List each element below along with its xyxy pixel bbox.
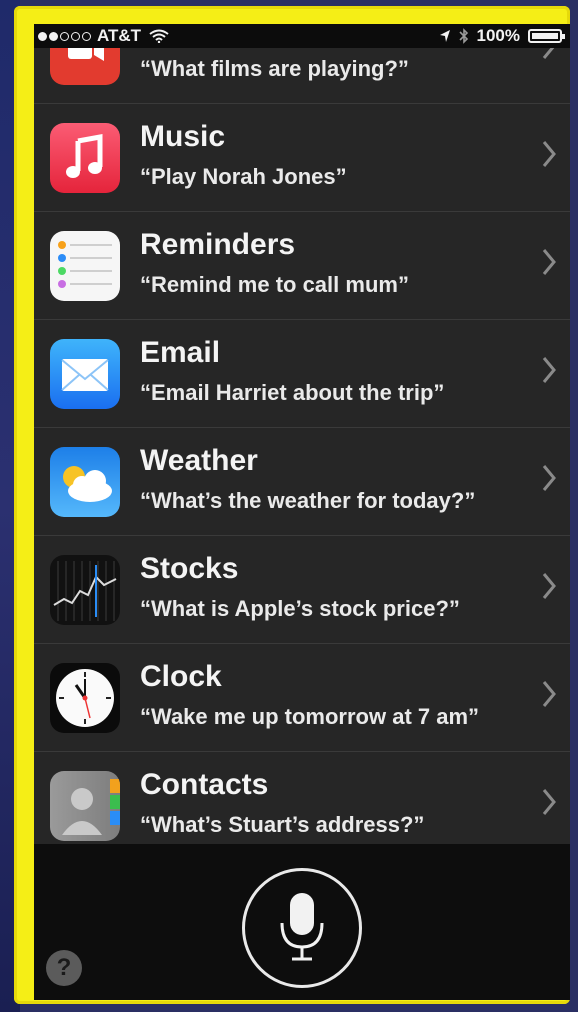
chevron-right-icon bbox=[542, 141, 556, 167]
suggestion-phrase: “What films are playing?” bbox=[140, 56, 409, 81]
suggestion-row-clock[interactable]: Clock “Wake me up tomorrow at 7 am” bbox=[34, 644, 570, 752]
chevron-right-icon bbox=[542, 249, 556, 275]
bluetooth-icon bbox=[458, 28, 468, 44]
suggestion-phrase: “What is Apple’s stock price?” bbox=[140, 596, 460, 621]
suggestion-app-name: Music bbox=[140, 120, 226, 153]
suggestion-phrase: “Play Norah Jones” bbox=[140, 164, 347, 189]
suggestion-app-name: Stocks bbox=[140, 552, 239, 585]
help-button[interactable]: ? bbox=[46, 950, 82, 986]
chevron-right-icon bbox=[542, 48, 555, 59]
suggestion-row-films[interactable]: “What films are playing?” bbox=[34, 48, 570, 104]
suggestion-phrase: “What’s the weather for today?” bbox=[140, 488, 476, 513]
suggestion-row-weather[interactable]: Weather “What’s the weather for today?” bbox=[34, 428, 570, 536]
siri-suggestions-list[interactable]: “What films are playing?” Music “Play No… bbox=[34, 48, 570, 844]
envelope-icon bbox=[50, 339, 120, 409]
suggestion-row-email[interactable]: Email “Email Harriet about the trip” bbox=[34, 320, 570, 428]
suggestion-row-contacts[interactable]: Contacts “What’s Stuart’s address?” bbox=[34, 752, 570, 844]
signal-strength-icon bbox=[38, 31, 91, 41]
contacts-icon bbox=[50, 771, 120, 841]
phone-screen: AT&T 100% “What films are playing?” Musi… bbox=[34, 24, 570, 1000]
chevron-right-icon bbox=[542, 573, 556, 599]
wifi-icon bbox=[149, 29, 169, 43]
suggestion-app-name: Clock bbox=[140, 660, 222, 693]
status-right: 100% bbox=[439, 24, 565, 48]
chevron-right-icon bbox=[542, 789, 556, 815]
suggestion-phrase: “Email Harriet about the trip” bbox=[140, 380, 445, 405]
music-note-icon bbox=[50, 123, 120, 193]
video-camera-icon bbox=[50, 48, 120, 85]
microphone-icon bbox=[280, 893, 324, 961]
help-question-mark-icon: ? bbox=[56, 954, 72, 981]
location-arrow-icon bbox=[439, 30, 450, 42]
battery-icon bbox=[528, 29, 565, 43]
siri-control-bar: ? bbox=[34, 844, 570, 1000]
stocks-chart-icon bbox=[50, 555, 120, 625]
weather-sun-cloud-icon bbox=[50, 447, 120, 517]
suggestion-app-name: Email bbox=[140, 336, 221, 369]
reminders-list-icon bbox=[50, 231, 120, 301]
chevron-right-icon bbox=[542, 465, 556, 491]
chevron-right-icon bbox=[542, 357, 556, 383]
suggestion-app-name: Contacts bbox=[140, 768, 269, 801]
carrier-name: AT&T bbox=[97, 26, 142, 45]
suggestion-row-music[interactable]: Music “Play Norah Jones” bbox=[34, 104, 570, 212]
microphone-button[interactable] bbox=[242, 868, 362, 988]
suggestion-row-reminders[interactable]: Reminders “Remind me to call mum” bbox=[34, 212, 570, 320]
status-bar: AT&T 100% bbox=[34, 24, 570, 48]
suggestion-phrase: “Wake me up tomorrow at 7 am” bbox=[140, 704, 480, 729]
suggestion-phrase: “Remind me to call mum” bbox=[140, 272, 409, 297]
suggestion-phrase: “What’s Stuart’s address?” bbox=[140, 812, 425, 837]
suggestion-row-stocks[interactable]: Stocks “What is Apple’s stock price?” bbox=[34, 536, 570, 644]
chevron-right-icon bbox=[542, 681, 556, 707]
suggestion-app-name: Weather bbox=[140, 444, 258, 477]
clock-icon bbox=[50, 663, 120, 733]
battery-percentage: 100% bbox=[476, 26, 520, 45]
suggestion-app-name: Reminders bbox=[140, 228, 296, 261]
